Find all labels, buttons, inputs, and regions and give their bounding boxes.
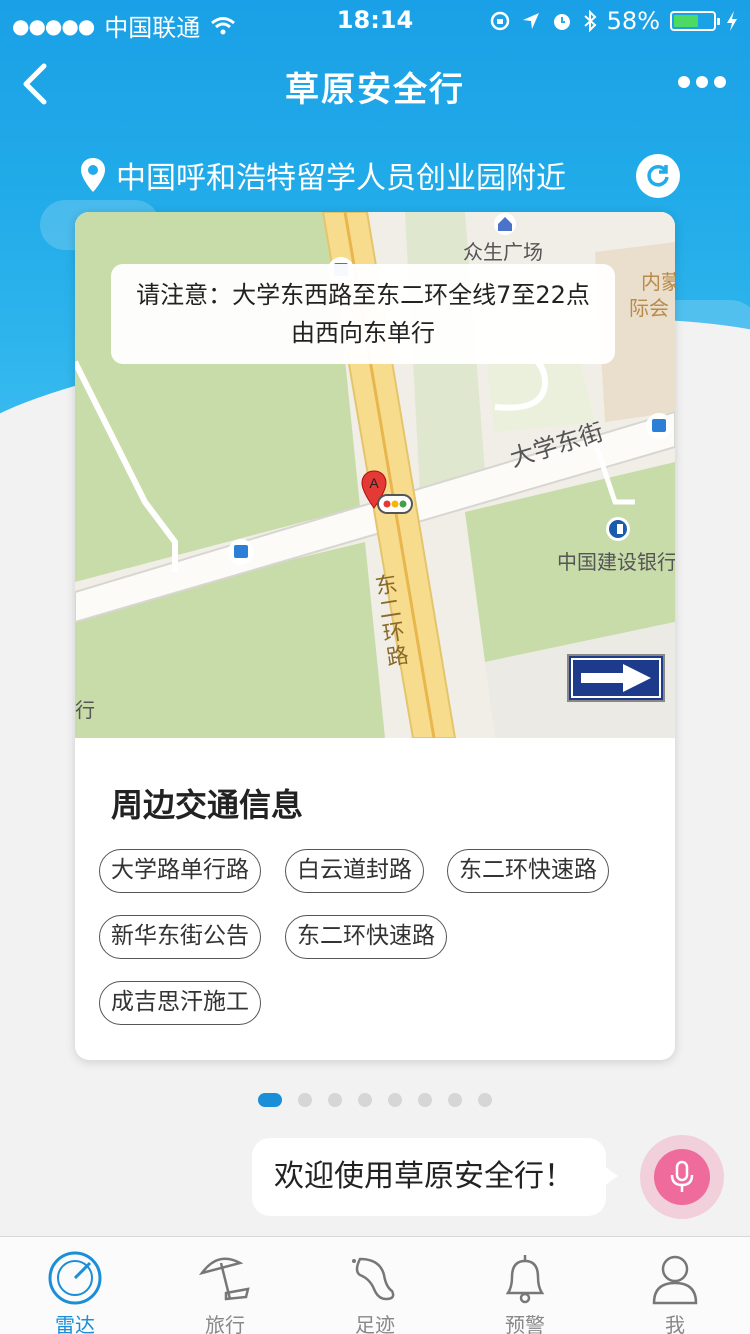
tab-me[interactable]: 我 [600, 1237, 750, 1334]
navigation-bar: 草原安全行 [0, 40, 750, 128]
plaza-home-icon[interactable] [493, 212, 517, 236]
charging-icon [727, 11, 737, 31]
page-dot[interactable] [478, 1093, 492, 1107]
page-dot[interactable] [388, 1093, 402, 1107]
battery-icon [670, 11, 720, 31]
tab-footprint[interactable]: 足迹 [300, 1237, 450, 1334]
location-text: 中国呼和浩特留学人员创业园附近 [116, 161, 566, 196]
tab-travel[interactable]: 旅行 [150, 1237, 300, 1334]
map-view[interactable]: 众生广场 内蒙 际会 大学东街 A 中国建设银行 东二环路 行 请注意：大学东西… [75, 212, 675, 738]
page-dot[interactable] [298, 1093, 312, 1107]
bottom-tab-bar: 雷达 旅行 足迹 预警 我 [0, 1236, 750, 1334]
bus-stop-icon[interactable] [227, 538, 255, 566]
traffic-card: 众生广场 内蒙 际会 大学东街 A 中国建设银行 东二环路 行 请注意：大学东西… [75, 212, 675, 1060]
map-label-plaza: 众生广场 [463, 240, 543, 264]
rotation-lock-icon [490, 11, 509, 31]
tab-label: 足迹 [355, 1313, 395, 1334]
status-bar: ●●●●● 中国联通 18:14 58% [0, 0, 750, 42]
map-label-international: 际会 [629, 296, 669, 320]
traffic-tag[interactable]: 东二环快速路 [285, 915, 447, 959]
refresh-icon [647, 165, 669, 187]
location-row: 中国呼和浩特留学人员创业园附近 [80, 150, 566, 200]
bluetooth-icon [583, 10, 597, 32]
tab-radar[interactable]: 雷达 [0, 1237, 150, 1334]
bell-icon [505, 1255, 545, 1304]
location-arrow-icon [522, 13, 539, 29]
tab-label: 我 [665, 1313, 685, 1334]
beach-umbrella-icon [198, 1257, 250, 1301]
svg-text:A: A [369, 475, 379, 491]
traffic-info-title: 周边交通信息 [111, 786, 304, 824]
traffic-tag[interactable]: 东二环快速路 [447, 849, 609, 893]
traffic-tag[interactable]: 成吉思汗施工 [99, 981, 261, 1025]
tab-label: 雷达 [55, 1313, 95, 1334]
footprint-icon [352, 1257, 395, 1301]
refresh-location-button[interactable] [636, 154, 680, 198]
tab-label: 预警 [505, 1313, 545, 1334]
battery-percent: 58% [606, 7, 660, 35]
page-dot[interactable] [358, 1093, 372, 1107]
traffic-tag[interactable]: 新华东街公告 [99, 915, 261, 959]
page-dot[interactable] [418, 1093, 432, 1107]
one-way-arrow-sign [567, 654, 665, 702]
map-label-bank: 中国建设银行 [557, 550, 675, 574]
more-options-icon[interactable] [678, 76, 726, 88]
assistant-welcome-bubble: 欢迎使用草原安全行！ [252, 1138, 618, 1216]
voice-assistant-button[interactable] [640, 1135, 724, 1219]
page-dot[interactable] [258, 1093, 282, 1107]
person-icon [652, 1255, 698, 1305]
traffic-tag[interactable]: 大学路单行路 [99, 849, 261, 893]
location-pin-icon [81, 158, 105, 192]
bank-logo-icon[interactable] [605, 516, 631, 542]
map-label-inner-mongolia: 内蒙 [641, 270, 675, 294]
traffic-notice: 请注意：大学东西路至东二环全线7至22点由西向东单行 [111, 264, 615, 364]
tab-label: 旅行 [205, 1313, 245, 1334]
radar-icon [48, 1251, 102, 1305]
page-title: 草原安全行 [285, 70, 465, 110]
map-label-edge: 行 [75, 698, 95, 722]
microphone-icon [670, 1160, 694, 1192]
alarm-icon [553, 14, 570, 30]
traffic-light-icon[interactable] [377, 494, 413, 514]
traffic-tag[interactable]: 白云道封路 [285, 849, 424, 893]
page-dot[interactable] [328, 1093, 342, 1107]
bus-stop-icon[interactable] [645, 412, 673, 440]
page-dot[interactable] [448, 1093, 462, 1107]
page-indicator[interactable] [258, 1093, 492, 1107]
tab-alert[interactable]: 预警 [450, 1237, 600, 1334]
